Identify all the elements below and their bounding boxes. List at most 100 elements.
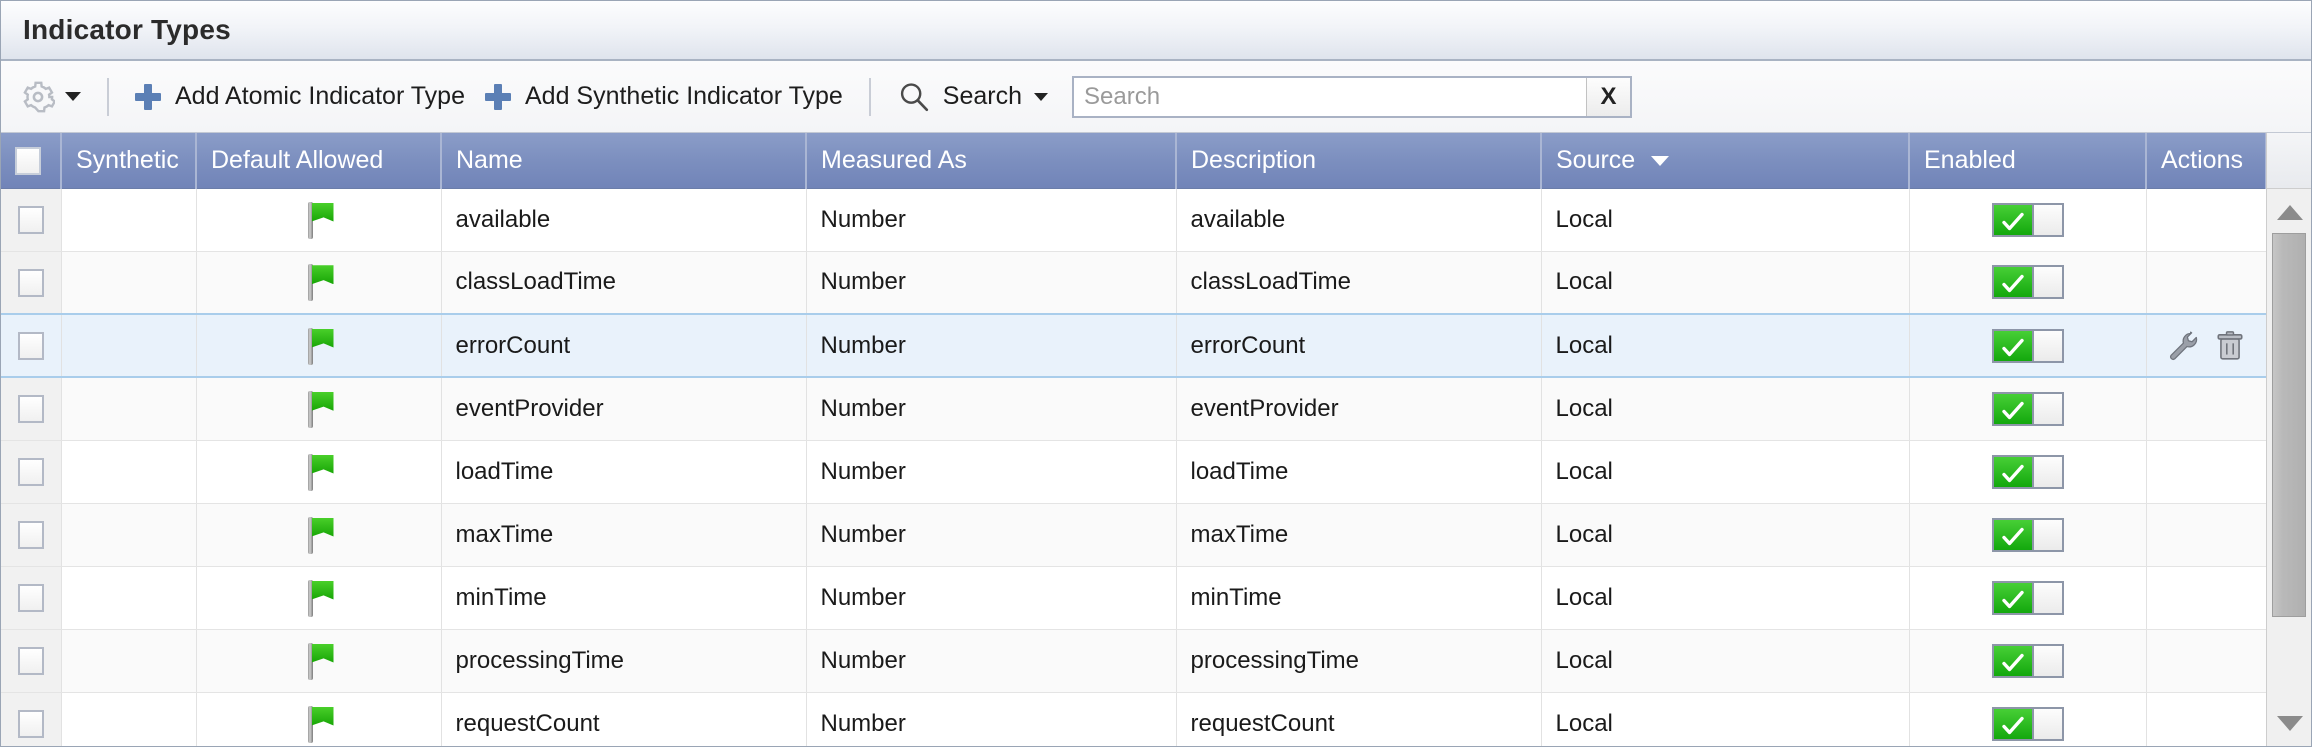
- row-select-cell[interactable]: [1, 503, 62, 567]
- enabled-toggle[interactable]: [1991, 202, 2064, 237]
- cell-description: loadTime: [1176, 440, 1542, 504]
- table-header-row: Synthetic Default Allowed Name Measured …: [1, 133, 2266, 189]
- table-row[interactable]: available Number available Local: [1, 188, 2266, 252]
- row-checkbox[interactable]: [17, 520, 44, 549]
- enabled-toggle[interactable]: [1991, 706, 2064, 741]
- cell-name: loadTime: [441, 440, 807, 504]
- cell-name: classLoadTime: [441, 251, 807, 315]
- add-synthetic-indicator-type-button[interactable]: Add Synthetic Indicator Type: [475, 71, 853, 123]
- cell-enabled[interactable]: [1909, 692, 2147, 746]
- cell-actions: [2146, 440, 2266, 504]
- cell-enabled[interactable]: [1909, 566, 2147, 630]
- cell-default-allowed: [196, 313, 442, 378]
- cell-synthetic: [61, 251, 197, 315]
- search-menu-button[interactable]: Search: [887, 71, 1058, 123]
- cell-enabled[interactable]: [1909, 440, 2147, 504]
- cell-measured-as: Number: [806, 692, 1177, 746]
- table-row[interactable]: processingTime Number processingTime Local: [1, 629, 2266, 693]
- table-row[interactable]: requestCount Number requestCount Local: [1, 692, 2266, 746]
- clear-search-button[interactable]: X: [1586, 77, 1630, 116]
- table-row[interactable]: errorCount Number errorCount Local: [1, 313, 2266, 378]
- add-atomic-indicator-type-label: Add Atomic Indicator Type: [175, 82, 465, 110]
- select-all-checkbox[interactable]: [15, 146, 41, 175]
- search-box: X: [1072, 75, 1632, 118]
- row-checkbox[interactable]: [17, 646, 44, 675]
- vertical-scrollbar[interactable]: [2266, 133, 2311, 746]
- add-synthetic-indicator-type-label: Add Synthetic Indicator Type: [524, 82, 843, 110]
- check-icon: [2001, 653, 2024, 671]
- row-select-cell[interactable]: [1, 251, 62, 315]
- enabled-toggle[interactable]: [1991, 328, 2064, 363]
- cell-enabled[interactable]: [1909, 188, 2147, 252]
- column-header-name[interactable]: Name: [441, 133, 807, 189]
- cell-actions: [2146, 377, 2266, 441]
- toolbar-divider-2: [868, 77, 871, 116]
- search-input[interactable]: [1074, 77, 1586, 116]
- row-checkbox[interactable]: [17, 457, 44, 486]
- window-titlebar: Indicator Types: [1, 1, 2311, 61]
- indicator-types-table: Synthetic Default Allowed Name Measured …: [1, 133, 2266, 746]
- column-header-synthetic[interactable]: Synthetic: [61, 133, 197, 189]
- add-atomic-indicator-type-button[interactable]: Add Atomic Indicator Type: [125, 71, 475, 123]
- row-checkbox[interactable]: [17, 205, 44, 234]
- row-checkbox[interactable]: [17, 268, 44, 297]
- column-header-select: [1, 133, 62, 189]
- cell-enabled[interactable]: [1909, 377, 2147, 441]
- cell-measured-as: Number: [806, 251, 1177, 315]
- scroll-down-button[interactable]: [2267, 702, 2311, 744]
- cell-source: Local: [1541, 629, 1910, 693]
- cell-default-allowed: [196, 503, 442, 567]
- cell-enabled[interactable]: [1909, 251, 2147, 315]
- cell-description: eventProvider: [1176, 377, 1542, 441]
- table-row[interactable]: eventProvider Number eventProvider Local: [1, 377, 2266, 441]
- enabled-toggle[interactable]: [1991, 517, 2064, 552]
- check-icon: [2001, 716, 2024, 734]
- enabled-toggle[interactable]: [1991, 454, 2064, 489]
- wrench-icon[interactable]: [2166, 329, 2200, 363]
- table-row[interactable]: classLoadTime Number classLoadTime Local: [1, 251, 2266, 315]
- scroll-up-button[interactable]: [2267, 191, 2311, 233]
- cell-synthetic: [61, 188, 197, 252]
- row-select-cell[interactable]: [1, 188, 62, 252]
- cell-default-allowed: [196, 377, 442, 441]
- row-checkbox[interactable]: [17, 709, 44, 738]
- cell-default-allowed: [196, 566, 442, 630]
- row-select-cell[interactable]: [1, 566, 62, 630]
- column-header-description[interactable]: Description: [1176, 133, 1542, 189]
- settings-menu-button[interactable]: [15, 71, 91, 123]
- cell-source: Local: [1541, 692, 1910, 746]
- cell-name: minTime: [441, 566, 807, 630]
- cell-measured-as: Number: [806, 440, 1177, 504]
- row-select-cell[interactable]: [1, 313, 62, 378]
- cell-name: requestCount: [441, 692, 807, 746]
- cell-description: processingTime: [1176, 629, 1542, 693]
- trash-icon[interactable]: [2214, 329, 2246, 363]
- row-checkbox[interactable]: [17, 331, 44, 360]
- table-row[interactable]: loadTime Number loadTime Local: [1, 440, 2266, 504]
- column-header-measured-as[interactable]: Measured As: [806, 133, 1177, 189]
- flag-icon: [302, 642, 336, 680]
- enabled-toggle[interactable]: [1991, 391, 2064, 426]
- row-select-cell[interactable]: [1, 377, 62, 441]
- cell-synthetic: [61, 440, 197, 504]
- flag-icon: [302, 453, 336, 491]
- enabled-toggle[interactable]: [1991, 643, 2064, 678]
- column-header-default-allowed[interactable]: Default Allowed: [196, 133, 442, 189]
- cell-enabled[interactable]: [1909, 503, 2147, 567]
- row-select-cell[interactable]: [1, 629, 62, 693]
- column-header-enabled[interactable]: Enabled: [1909, 133, 2147, 189]
- column-header-source[interactable]: Source: [1541, 133, 1910, 189]
- cell-description: errorCount: [1176, 313, 1542, 378]
- row-select-cell[interactable]: [1, 440, 62, 504]
- enabled-toggle[interactable]: [1991, 580, 2064, 615]
- row-checkbox[interactable]: [17, 395, 44, 424]
- cell-enabled[interactable]: [1909, 313, 2147, 378]
- row-select-cell[interactable]: [1, 692, 62, 746]
- enabled-toggle[interactable]: [1991, 265, 2064, 300]
- table-row[interactable]: maxTime Number maxTime Local: [1, 503, 2266, 567]
- scrollbar-thumb[interactable]: [2272, 233, 2306, 617]
- cell-enabled[interactable]: [1909, 629, 2147, 693]
- cell-name: processingTime: [441, 629, 807, 693]
- table-row[interactable]: minTime Number minTime Local: [1, 566, 2266, 630]
- row-checkbox[interactable]: [17, 583, 44, 612]
